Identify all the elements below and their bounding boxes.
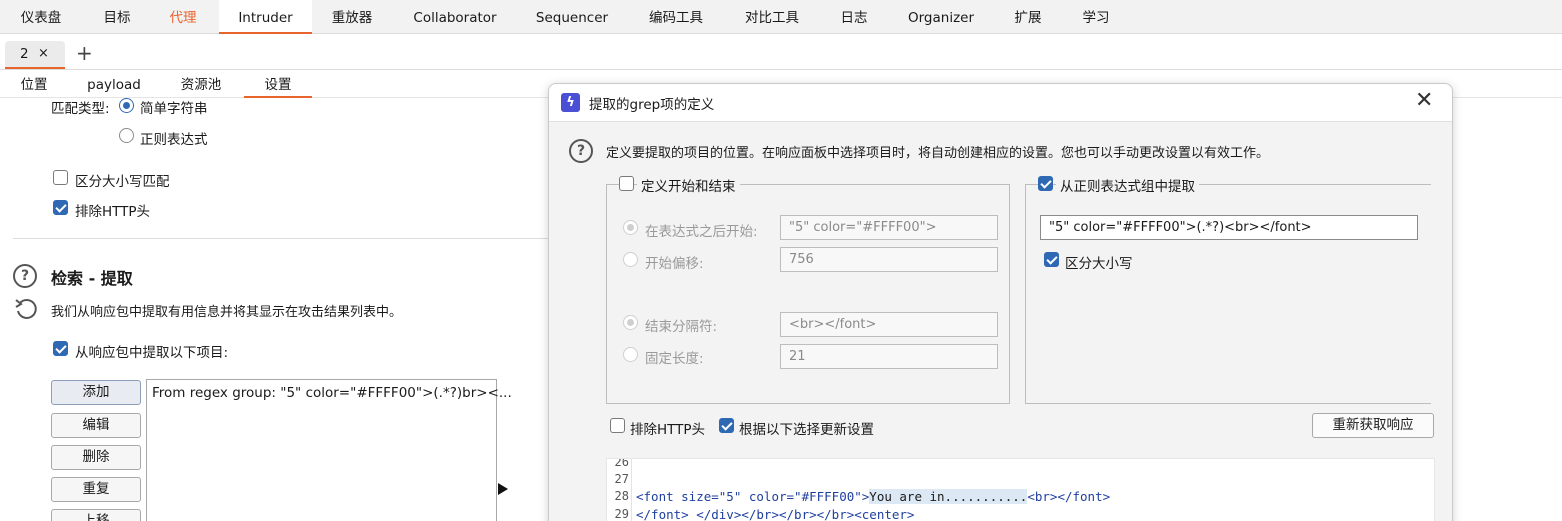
dialog-description: 定义要提取的项目的位置。在响应面板中选择项目时，将自动创建相应的设置。您也可以手… (606, 146, 1270, 161)
dialog-exclude-http-headers-checkbox[interactable] (610, 418, 625, 433)
end-delimiter-label: 结束分隔符: (645, 319, 718, 335)
refetch-response-button[interactable]: 重新获取响应 (1312, 413, 1434, 438)
remove-button[interactable]: 删除 (51, 445, 141, 470)
simple-string-label: 简单字符串 (140, 101, 208, 117)
tab-settings[interactable]: 设置 (244, 71, 312, 98)
extract-items-checkbox[interactable] (53, 341, 68, 356)
tab-extensions[interactable]: 扩展 (1000, 0, 1056, 34)
add-tab-icon[interactable]: + (76, 42, 93, 64)
code-tag-close: <br></font> (1027, 489, 1111, 504)
regex-case-sensitive-label: 区分大小写 (1065, 256, 1133, 272)
dialog-body: ? 定义要提取的项目的位置。在响应面板中选择项目时，将自动创建相应的设置。您也可… (549, 121, 1452, 521)
tab-logger[interactable]: 日志 (826, 0, 882, 34)
dialog-exclude-http-headers-label: 排除HTTP头 (630, 422, 706, 438)
dialog-title: 提取的grep项的定义 (589, 97, 715, 113)
tab-intruder[interactable]: Intruder (219, 0, 312, 34)
tab-resource-pool[interactable]: 资源池 (168, 71, 234, 98)
tab-collaborator[interactable]: Collaborator (399, 0, 511, 34)
line-number: 26 (614, 458, 629, 469)
grep-extract-list[interactable]: From regex group: "5" color="#FFFF00">(.… (146, 379, 512, 521)
help-icon[interactable]: ? (569, 139, 593, 163)
line-number: 27 (614, 472, 629, 486)
match-type-label: 匹配类型: (51, 101, 110, 117)
edit-button[interactable]: 编辑 (51, 413, 141, 438)
attack-tab-2[interactable]: 2 × (5, 41, 65, 69)
tab-sequencer[interactable]: Sequencer (522, 0, 622, 34)
extract-items-label: 从响应包中提取以下项目: (75, 345, 229, 361)
tab-positions[interactable]: 位置 (8, 71, 60, 98)
response-viewer[interactable]: 26 27 28 29 <font size="5" color="#FFFF0… (606, 458, 1435, 521)
end-delimiter-input[interactable]: <br></font> (780, 312, 998, 337)
tab-learn[interactable]: 学习 (1068, 0, 1124, 34)
update-by-selection-label: 根据以下选择更新设置 (739, 422, 874, 438)
close-icon[interactable]: ✕ (1415, 87, 1433, 115)
move-up-button[interactable]: 上移 (51, 509, 141, 521)
code-line-29: </font> </div></br></br></br><center> (636, 507, 914, 521)
section-title: 检索 - 提取 (51, 269, 133, 288)
help-icon[interactable]: ? (13, 264, 37, 288)
tab-target[interactable]: 目标 (88, 0, 146, 34)
define-start-end-label: 定义开始和结束 (637, 175, 740, 195)
cursor-arrow-icon (498, 483, 508, 495)
extract-regex-group-label: 从正则表达式组中提取 (1056, 175, 1199, 195)
line-number: 28 (614, 489, 629, 503)
start-offset-radio[interactable] (623, 252, 638, 267)
exclude-http-headers-label: 排除HTTP头 (75, 204, 151, 220)
fixed-length-input[interactable]: 21 (780, 344, 998, 369)
reset-icon[interactable] (13, 296, 39, 322)
start-end-group: 定义开始和结束 在表达式之后开始: "5" color="#FFFF00"> 开… (606, 175, 1010, 404)
start-offset-label: 开始偏移: (645, 256, 704, 272)
duplicate-button[interactable]: 重复 (51, 477, 141, 502)
start-after-label: 在表达式之后开始: (645, 224, 758, 240)
burp-logo-icon: ϟ (561, 93, 580, 112)
regex-case-sensitive-checkbox[interactable] (1044, 252, 1059, 267)
main-menu-bar: 仪表盘 目标 代理 Intruder 重放器 Collaborator Sequ… (0, 0, 1562, 34)
attack-tab-bar: 2 × + (0, 35, 1562, 70)
close-icon[interactable]: × (38, 41, 49, 67)
regex-label: 正则表达式 (140, 132, 208, 148)
section-description: 我们从响应包中提取有用信息并将其显示在攻击结果列表中。 (51, 305, 403, 320)
end-delimiter-radio[interactable] (623, 315, 638, 330)
case-sensitive-checkbox[interactable] (53, 170, 68, 185)
regex-input[interactable]: "5" color="#FFFF00">(.*?)<br></font> (1040, 215, 1418, 240)
line-number: 29 (614, 507, 629, 521)
code-text: </font> </div></br></br></br><center> (636, 507, 915, 521)
case-sensitive-label: 区分大小写匹配 (75, 174, 170, 190)
tab-repeater[interactable]: 重放器 (318, 0, 386, 34)
fixed-length-radio[interactable] (623, 347, 638, 362)
divider (13, 238, 548, 239)
start-after-radio[interactable] (623, 220, 638, 235)
tab-organizer[interactable]: Organizer (895, 0, 987, 34)
simple-string-radio[interactable] (119, 98, 134, 113)
grep-extract-dialog: ϟ 提取的grep项的定义 ✕ ? 定义要提取的项目的位置。在响应面板中选择项目… (548, 83, 1453, 521)
start-after-input[interactable]: "5" color="#FFFF00"> (780, 215, 998, 240)
regex-group-group: 从正则表达式组中提取 "5" color="#FFFF00">(.*?)<br>… (1025, 175, 1431, 404)
attack-tab-label: 2 (20, 46, 29, 62)
tab-comparer[interactable]: 对比工具 (730, 0, 814, 34)
define-start-end-checkbox[interactable] (619, 176, 634, 191)
tab-decoder[interactable]: 编码工具 (635, 0, 717, 34)
exclude-http-headers-checkbox[interactable] (53, 200, 68, 215)
code-line-28: <font size="5" color="#FFFF00">You are i… (636, 489, 1110, 504)
code-selection[interactable]: You are in........... (869, 489, 1028, 504)
tab-dashboard[interactable]: 仪表盘 (8, 0, 74, 34)
tab-proxy[interactable]: 代理 (156, 0, 210, 34)
add-button[interactable]: 添加 (51, 380, 141, 405)
tab-payloads[interactable]: payload (78, 71, 150, 98)
update-by-selection-checkbox[interactable] (719, 418, 734, 433)
code-tag-open: <font size="5" color="#FFFF00"> (636, 489, 870, 504)
extract-regex-group-checkbox[interactable] (1038, 176, 1053, 191)
list-item[interactable]: From regex group: "5" color="#FFFF00">(.… (152, 385, 512, 401)
start-offset-input[interactable]: 756 (780, 247, 998, 272)
fixed-length-label: 固定长度: (645, 351, 704, 367)
regex-radio[interactable] (119, 128, 134, 143)
